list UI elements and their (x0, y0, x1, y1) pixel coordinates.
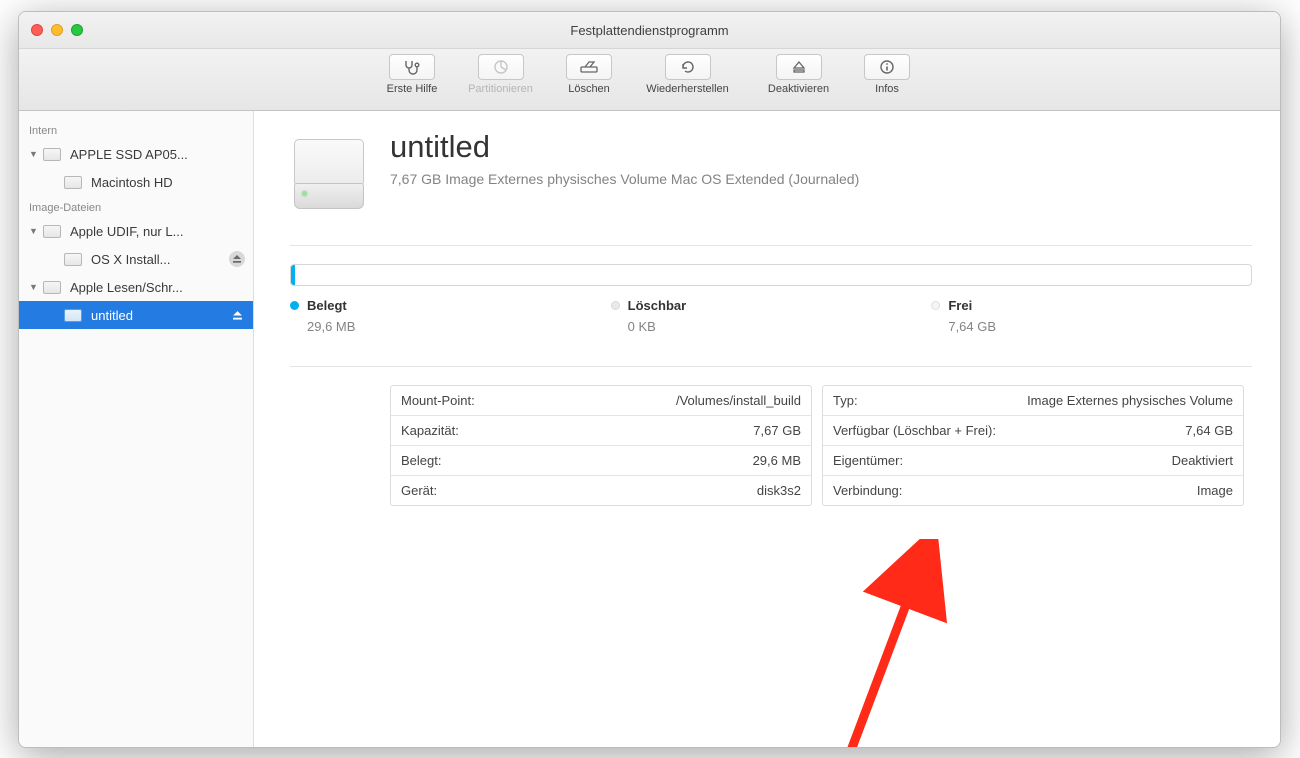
info-table-left: Mount-Point:/Volumes/install_build Kapaz… (390, 385, 812, 506)
disk-utility-window: Festplattendienstprogramm Erste Hilfe Pa… (18, 11, 1281, 748)
restore-icon (665, 54, 711, 80)
divider (290, 245, 1252, 246)
pie-icon (478, 54, 524, 80)
legend-used-value: 29,6 MB (307, 319, 611, 334)
disclosure-icon[interactable]: ▼ (29, 226, 40, 236)
hdd-icon (42, 277, 62, 297)
zoom-button[interactable] (71, 24, 83, 36)
sidebar: Intern ▼ APPLE SSD AP05... Macintosh HD … (19, 111, 254, 748)
stethoscope-icon (389, 54, 435, 80)
window-title: Festplattendienstprogramm (19, 23, 1280, 38)
toolbar: Erste Hilfe Partitionieren Löschen Wiede… (19, 49, 1280, 111)
eject-icon[interactable] (229, 307, 245, 323)
info-table-right: Typ:Image Externes physisches Volume Ver… (822, 385, 1244, 506)
dot-free-icon (931, 301, 940, 310)
sidebar-item-untitled[interactable]: untitled (19, 301, 253, 329)
mount-point-value: /Volumes/install_build (676, 393, 801, 408)
sidebar-item-osx-install[interactable]: OS X Install... (19, 245, 253, 273)
divider (290, 366, 1252, 367)
disclosure-icon[interactable]: ▼ (29, 149, 40, 159)
legend-free-label: Frei (948, 298, 972, 313)
legend-used-label: Belegt (307, 298, 347, 313)
close-button[interactable] (31, 24, 43, 36)
volume-title: untitled (390, 129, 859, 165)
erase-button[interactable]: Löschen (554, 54, 624, 95)
sidebar-item-ssd[interactable]: ▼ APPLE SSD AP05... (19, 140, 253, 168)
eject-icon[interactable] (229, 251, 245, 267)
erase-icon (566, 54, 612, 80)
restore-button[interactable]: Wiederherstellen (630, 54, 745, 95)
legend-purge-value: 0 KB (628, 319, 932, 334)
volume-subtitle: 7,67 GB Image Externes physisches Volume… (390, 171, 859, 187)
eject-icon (776, 54, 822, 80)
volume-icon (290, 135, 368, 213)
disclosure-icon[interactable]: ▼ (29, 282, 40, 292)
legend-purge-label: Löschbar (628, 298, 687, 313)
hdd-icon (63, 305, 83, 325)
legend-free-value: 7,64 GB (948, 319, 1252, 334)
partition-button: Partitionieren (453, 54, 548, 95)
hdd-icon (42, 144, 62, 164)
unmount-button[interactable]: Deaktivieren (751, 54, 846, 95)
info-icon (864, 54, 910, 80)
content-pane: untitled 7,67 GB Image Externes physisch… (254, 111, 1280, 748)
sidebar-item-udif[interactable]: ▼ Apple UDIF, nur L... (19, 217, 253, 245)
sidebar-header-images: Image-Dateien (19, 196, 253, 217)
info-button[interactable]: Infos (852, 54, 922, 95)
window-controls (31, 24, 83, 36)
usage-bar (290, 264, 1252, 286)
hdd-icon (63, 172, 83, 192)
sidebar-item-macintosh-hd[interactable]: Macintosh HD (19, 168, 253, 196)
usage-segment-used (291, 265, 295, 285)
hdd-icon (63, 249, 83, 269)
titlebar: Festplattendienstprogramm (19, 12, 1280, 49)
annotation-arrow-icon (824, 539, 964, 748)
dot-purgeable-icon (611, 301, 620, 310)
minimize-button[interactable] (51, 24, 63, 36)
usage-legend: Belegt 29,6 MB Löschbar 0 KB Frei 7,64 G… (290, 298, 1252, 334)
first-aid-button[interactable]: Erste Hilfe (377, 54, 447, 95)
dot-used-icon (290, 301, 299, 310)
sidebar-header-internal: Intern (19, 119, 253, 140)
sidebar-item-lesen-schreiben[interactable]: ▼ Apple Lesen/Schr... (19, 273, 253, 301)
hdd-icon (42, 221, 62, 241)
